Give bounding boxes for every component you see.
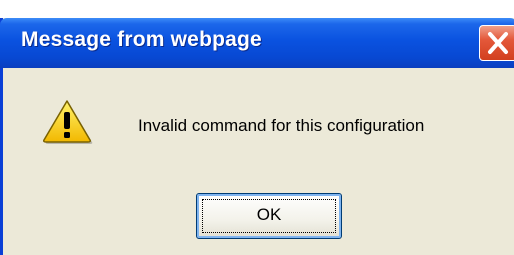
dialog-content: Invalid command for this configuration O… <box>3 68 514 255</box>
close-icon <box>488 32 508 54</box>
warning-icon <box>43 100 93 144</box>
dialog-title: Message from webpage <box>21 28 262 51</box>
message-dialog: Message from webpage Invalid command for… <box>0 18 514 255</box>
dialog-message: Invalid command for this configuration <box>138 116 425 135</box>
ok-button-label: OK <box>256 205 282 224</box>
page: Message from webpage Invalid command for… <box>0 0 514 255</box>
ok-button[interactable]: OK <box>196 193 342 239</box>
title-bar[interactable]: Message from webpage <box>0 18 514 68</box>
close-button[interactable] <box>479 25 514 61</box>
